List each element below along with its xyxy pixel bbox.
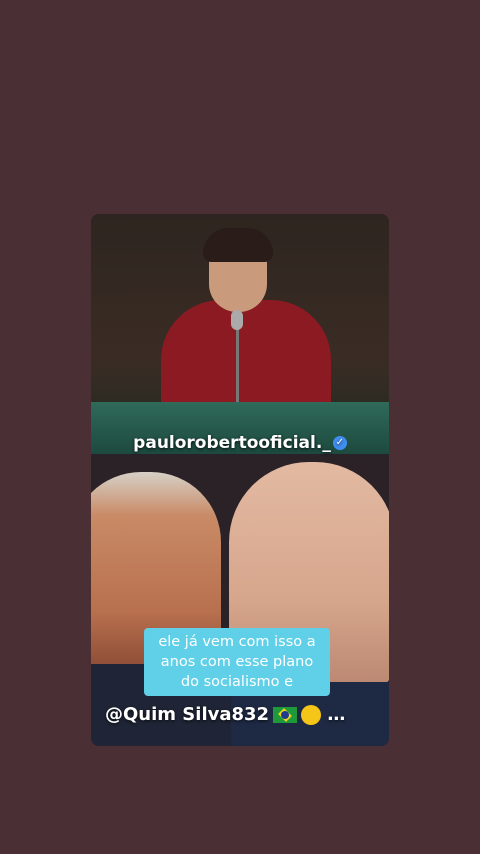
top-photo [91,214,389,454]
brazil-flag-icon [273,707,298,723]
watermark-text: @Quim Silva832 [105,704,270,725]
microphone-icon [231,310,243,330]
verified-check-icon: ✓ [332,436,347,450]
username-tag[interactable]: paulorobertooficial._ ✓ [91,433,389,453]
watermark: @Quim Silva832 … [105,704,385,725]
username-text: paulorobertooficial._ [133,433,331,453]
speaker-hair [203,228,273,262]
caption-box: ele já vem com isso a anos com esse plan… [144,628,330,696]
bottom-photo [91,454,389,746]
story-card[interactable]: paulorobertooficial._ ✓ ele já vem com is… [91,214,389,746]
watermark-ellipsis: … [327,704,346,725]
kissing-face-emoji-icon [301,705,322,725]
microphone-stand [236,324,239,414]
